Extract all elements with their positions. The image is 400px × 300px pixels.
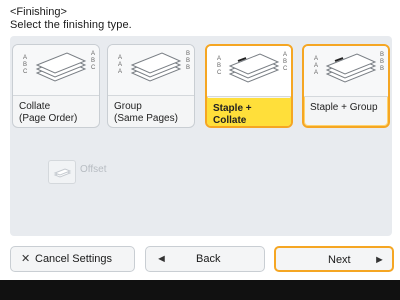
option-collate-page-order[interactable]: A B C A B C Collate (Page Order): [12, 44, 100, 128]
cancel-settings-label: Cancel Settings: [35, 253, 113, 265]
svg-text:C: C: [91, 65, 96, 71]
next-button[interactable]: Next ►: [274, 246, 394, 272]
svg-text:A: A: [314, 70, 318, 76]
svg-text:A: A: [118, 55, 122, 61]
option-staple-group[interactable]: A A A B B B Staple + Group: [302, 44, 390, 128]
svg-text:A: A: [118, 62, 122, 68]
svg-text:A: A: [217, 56, 221, 62]
svg-text:C: C: [217, 70, 222, 76]
svg-text:C: C: [23, 69, 28, 75]
svg-text:B: B: [217, 63, 221, 69]
offset-option: Offset: [48, 160, 108, 184]
svg-text:B: B: [380, 59, 384, 65]
option-label: Staple + Group: [310, 102, 378, 113]
header: <Finishing> Select the finishing type.: [10, 6, 132, 32]
option-staple-collate[interactable]: A B C A B C Staple + Collate: [205, 44, 293, 128]
offset-icon: [48, 160, 76, 184]
back-button[interactable]: ◄ Back: [145, 246, 265, 272]
staple-group-illustration-icon: A A A B B B: [304, 46, 388, 97]
finishing-screen: <Finishing> Select the finishing type. A…: [0, 0, 400, 300]
svg-text:A: A: [118, 69, 122, 75]
offset-label: Offset: [80, 164, 107, 175]
svg-text:A: A: [283, 52, 287, 58]
svg-text:B: B: [91, 58, 95, 64]
staple-collate-illustration-icon: A B C A B C: [207, 46, 291, 97]
bottom-status-bar: [0, 280, 400, 300]
close-icon: ✕: [21, 253, 31, 265]
svg-text:A: A: [314, 63, 318, 69]
instruction-text: Select the finishing type.: [10, 19, 132, 31]
left-arrow-icon: ◄: [156, 253, 167, 265]
svg-text:B: B: [186, 58, 190, 64]
svg-text:B: B: [186, 65, 190, 71]
svg-text:A: A: [314, 56, 318, 62]
option-label: Staple + Collate: [207, 98, 291, 126]
right-arrow-icon: ►: [374, 254, 385, 266]
svg-text:C: C: [283, 66, 288, 72]
svg-text:A: A: [91, 51, 95, 57]
svg-text:B: B: [186, 51, 190, 57]
option-label: Collate (Page Order): [19, 101, 78, 124]
option-group-same-pages[interactable]: A A A B B B Group (Same Pages): [107, 44, 195, 128]
section-title: <Finishing>: [10, 6, 67, 18]
svg-text:B: B: [380, 66, 384, 72]
svg-text:B: B: [380, 52, 384, 58]
svg-text:B: B: [283, 59, 287, 65]
back-label: Back: [196, 253, 221, 265]
option-label: Group (Same Pages): [114, 101, 178, 124]
cancel-settings-button[interactable]: ✕ Cancel Settings: [10, 246, 135, 272]
collate-illustration-icon: A B C A B C: [13, 45, 99, 96]
svg-text:A: A: [23, 55, 27, 61]
group-illustration-icon: A A A B B B: [108, 45, 194, 96]
svg-text:B: B: [23, 62, 27, 68]
next-label: Next: [328, 254, 351, 266]
